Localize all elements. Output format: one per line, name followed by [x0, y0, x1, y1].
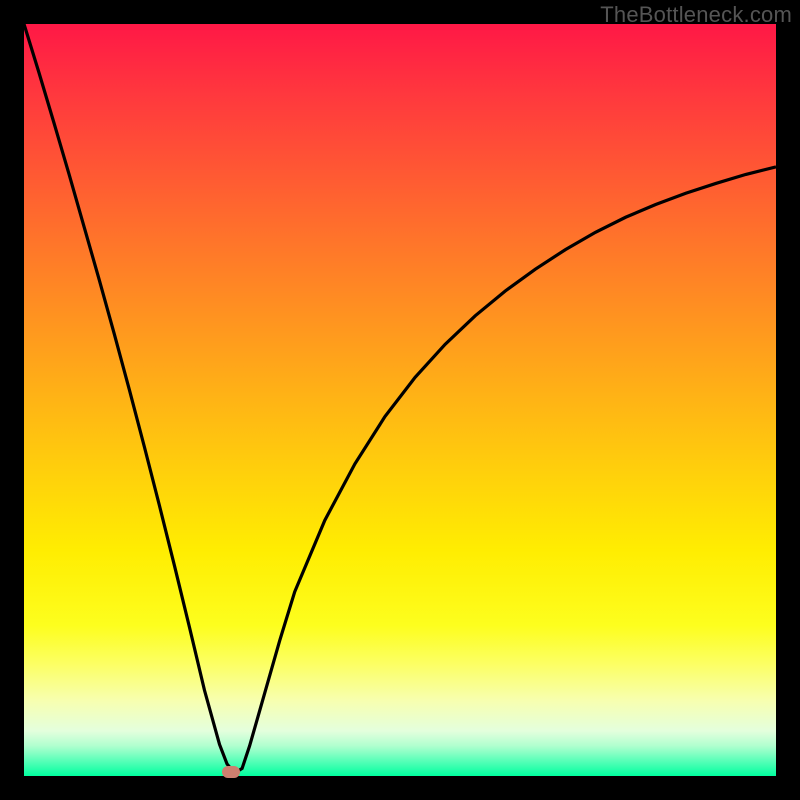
bottleneck-chart [24, 24, 776, 776]
optimal-point-marker [222, 766, 240, 778]
watermark-text: TheBottleneck.com [600, 2, 792, 28]
curve-svg [24, 24, 776, 776]
bottleneck-curve [24, 24, 776, 773]
